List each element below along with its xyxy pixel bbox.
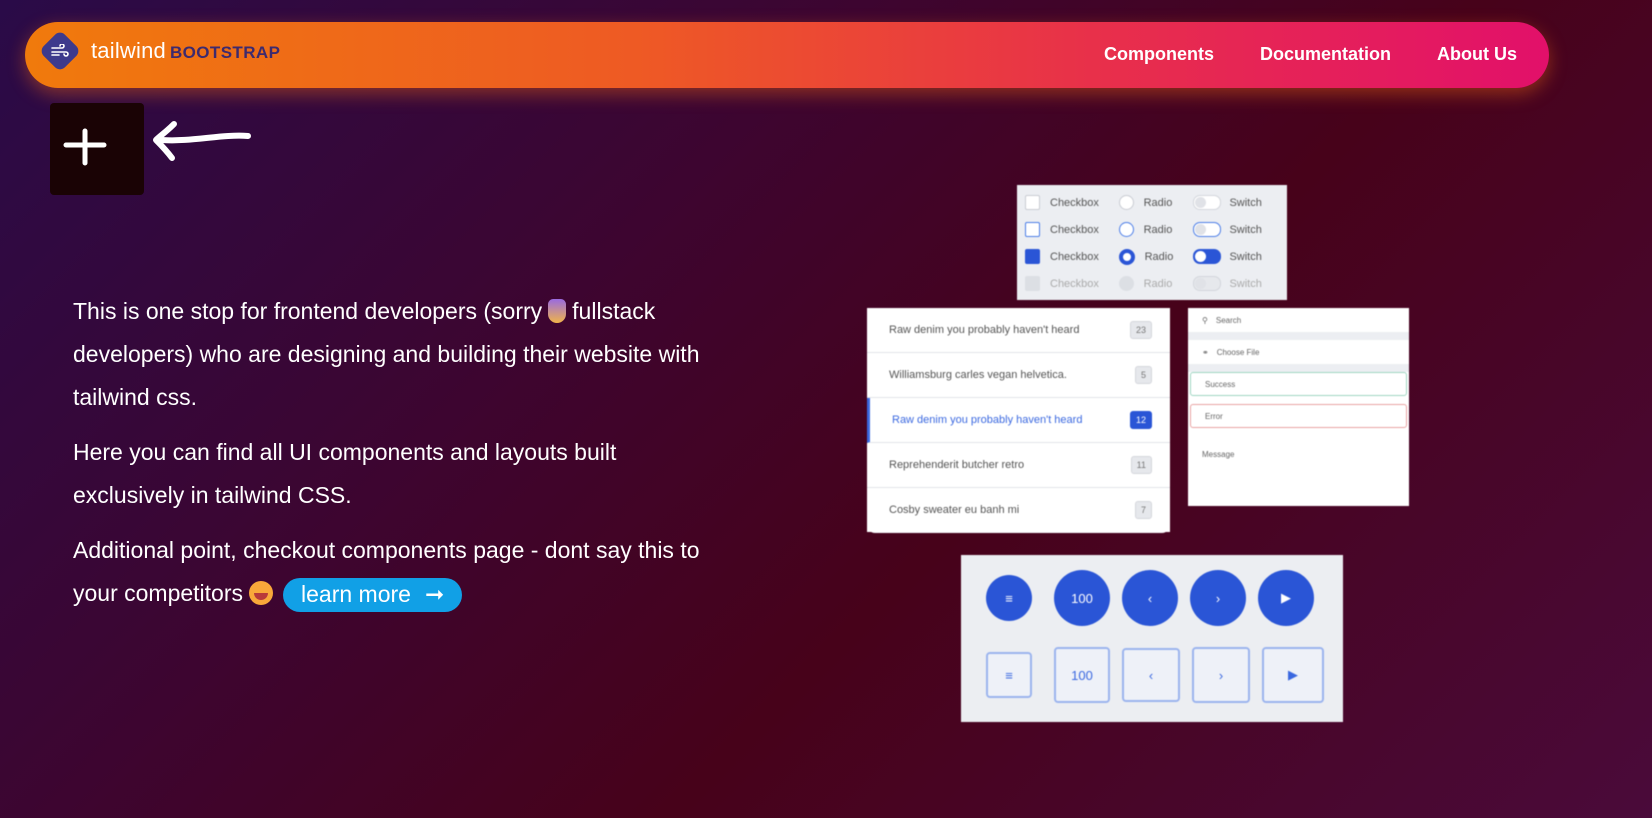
preview-form-inputs: ⚲ Search ⚭ Choose File Success Error Messa…	[1188, 308, 1409, 506]
check-row: Checkbox Radio Switch	[1017, 243, 1287, 270]
switch-label: Switch	[1229, 277, 1262, 290]
list-item-text: Cosby sweater eu banh mi	[889, 504, 1020, 516]
preview-file-field: ⚭ Choose File	[1188, 340, 1409, 372]
preview-outline-button-row: ≡ 100 ‹ › ▶	[986, 647, 1324, 703]
error-label: Error	[1205, 411, 1223, 421]
checkbox-label: Checkbox	[1050, 277, 1099, 290]
list-item-text: Raw denim you probably haven't heard	[892, 414, 1083, 426]
navbar: tailwind BOOTSTRAP Components Documentat…	[25, 22, 1549, 88]
radio-label: Radio	[1143, 196, 1173, 209]
plus-icon	[63, 128, 107, 166]
list-item: Raw denim you probably haven't heard 23	[867, 308, 1170, 353]
list-item: Cosby sweater eu banh mi 7	[867, 488, 1170, 532]
radio-label: Radio	[1143, 223, 1173, 236]
preview-buttons: ≡ 100 ‹ › ▶ ≡ 100 ‹ › ▶	[961, 555, 1343, 722]
hero-paragraph-3: Additional point, checkout components pa…	[73, 529, 723, 615]
wind-icon	[38, 29, 82, 73]
hero-text: This is one stop for frontend developers…	[73, 290, 723, 627]
search-placeholder: Search	[1215, 315, 1242, 325]
hero-paragraph-1: This is one stop for frontend developers…	[73, 290, 723, 419]
radio-label: Radio	[1144, 250, 1174, 263]
chevron-left-icon: ‹	[1122, 648, 1180, 702]
sliders-icon: ≡	[986, 575, 1032, 621]
preview-count-button: 100	[1054, 570, 1110, 626]
checkbox-label: Checkbox	[1050, 196, 1099, 209]
arrow-right-icon: ➞	[424, 581, 445, 608]
preview-success-field: Success	[1190, 372, 1407, 396]
preview-message-field: Message	[1202, 450, 1235, 459]
list-item-text: Reprehenderit butcher retro	[889, 459, 1025, 471]
learn-more-label: learn more	[301, 581, 411, 608]
nav-links: Components Documentation About Us	[1104, 44, 1517, 65]
laughing-emoji-icon	[249, 581, 274, 605]
list-item-count: 5	[1134, 366, 1152, 384]
logo-text-primary: tailwind	[91, 38, 166, 63]
sliders-icon: ≡	[986, 652, 1032, 698]
chevron-right-icon: ›	[1192, 647, 1250, 703]
preview-list-group: Raw denim you probably haven't heard 23 W…	[867, 308, 1170, 533]
link-icon: ⚭	[1202, 347, 1209, 357]
logo[interactable]: tailwind BOOTSTRAP	[38, 29, 281, 73]
preview-count-button-outline: 100	[1054, 647, 1110, 703]
list-item: Reprehenderit butcher retro 11	[867, 443, 1170, 488]
list-item-active: Raw denim you probably haven't heard 12	[867, 398, 1170, 443]
check-row: Checkbox Radio Switch	[1017, 189, 1287, 216]
play-icon: ▶	[1262, 647, 1324, 703]
list-item-count: 12	[1129, 411, 1152, 429]
choose-file-label: Choose File	[1216, 347, 1260, 357]
nav-link-components[interactable]: Components	[1104, 44, 1214, 65]
switch-label: Switch	[1229, 250, 1262, 263]
chevron-right-icon: ›	[1190, 570, 1246, 626]
checkbox-label: Checkbox	[1050, 223, 1099, 236]
hand-drawn-arrow-icon	[153, 121, 251, 161]
switch-label: Switch	[1229, 196, 1262, 209]
list-item-text: Raw denim you probably haven't heard	[889, 324, 1080, 336]
success-label: Success	[1205, 379, 1236, 389]
preview-search-field: ⚲ Search	[1188, 308, 1409, 340]
preview-error-field: Error	[1190, 404, 1407, 428]
play-icon: ▶	[1258, 570, 1314, 626]
nav-link-documentation[interactable]: Documentation	[1260, 44, 1391, 65]
check-row: Checkbox Radio Switch	[1017, 216, 1287, 243]
logo-text-secondary: BOOTSTRAP	[169, 43, 281, 62]
preview-solid-button-row: ≡ 100 ‹ › ▶	[986, 570, 1314, 626]
search-icon: ⚲	[1202, 315, 1208, 325]
list-item: Williamsburg carles vegan helvetica. 5	[867, 353, 1170, 398]
preview-form-controls: Checkbox Radio Switch Checkbox Radio Swi…	[1017, 185, 1287, 300]
check-row: Checkbox Radio Switch	[1017, 270, 1287, 297]
add-button[interactable]	[50, 103, 144, 195]
checkbox-label: Checkbox	[1050, 250, 1099, 263]
list-item-count: 7	[1134, 501, 1152, 519]
hero-p1-before: This is one stop for frontend developers…	[73, 298, 543, 324]
radio-label: Radio	[1143, 277, 1173, 290]
hero-paragraph-2: Here you can find all UI components and …	[73, 439, 617, 508]
switch-label: Switch	[1229, 223, 1262, 236]
chevron-left-icon: ‹	[1122, 570, 1178, 626]
learn-more-button[interactable]: learn more ➞	[283, 577, 463, 612]
list-item-count: 23	[1129, 321, 1152, 339]
praying-emoji-icon	[548, 299, 567, 323]
list-item-text: Williamsburg carles vegan helvetica.	[889, 369, 1067, 381]
list-item-count: 11	[1130, 456, 1152, 474]
nav-link-about-us[interactable]: About Us	[1437, 44, 1517, 65]
